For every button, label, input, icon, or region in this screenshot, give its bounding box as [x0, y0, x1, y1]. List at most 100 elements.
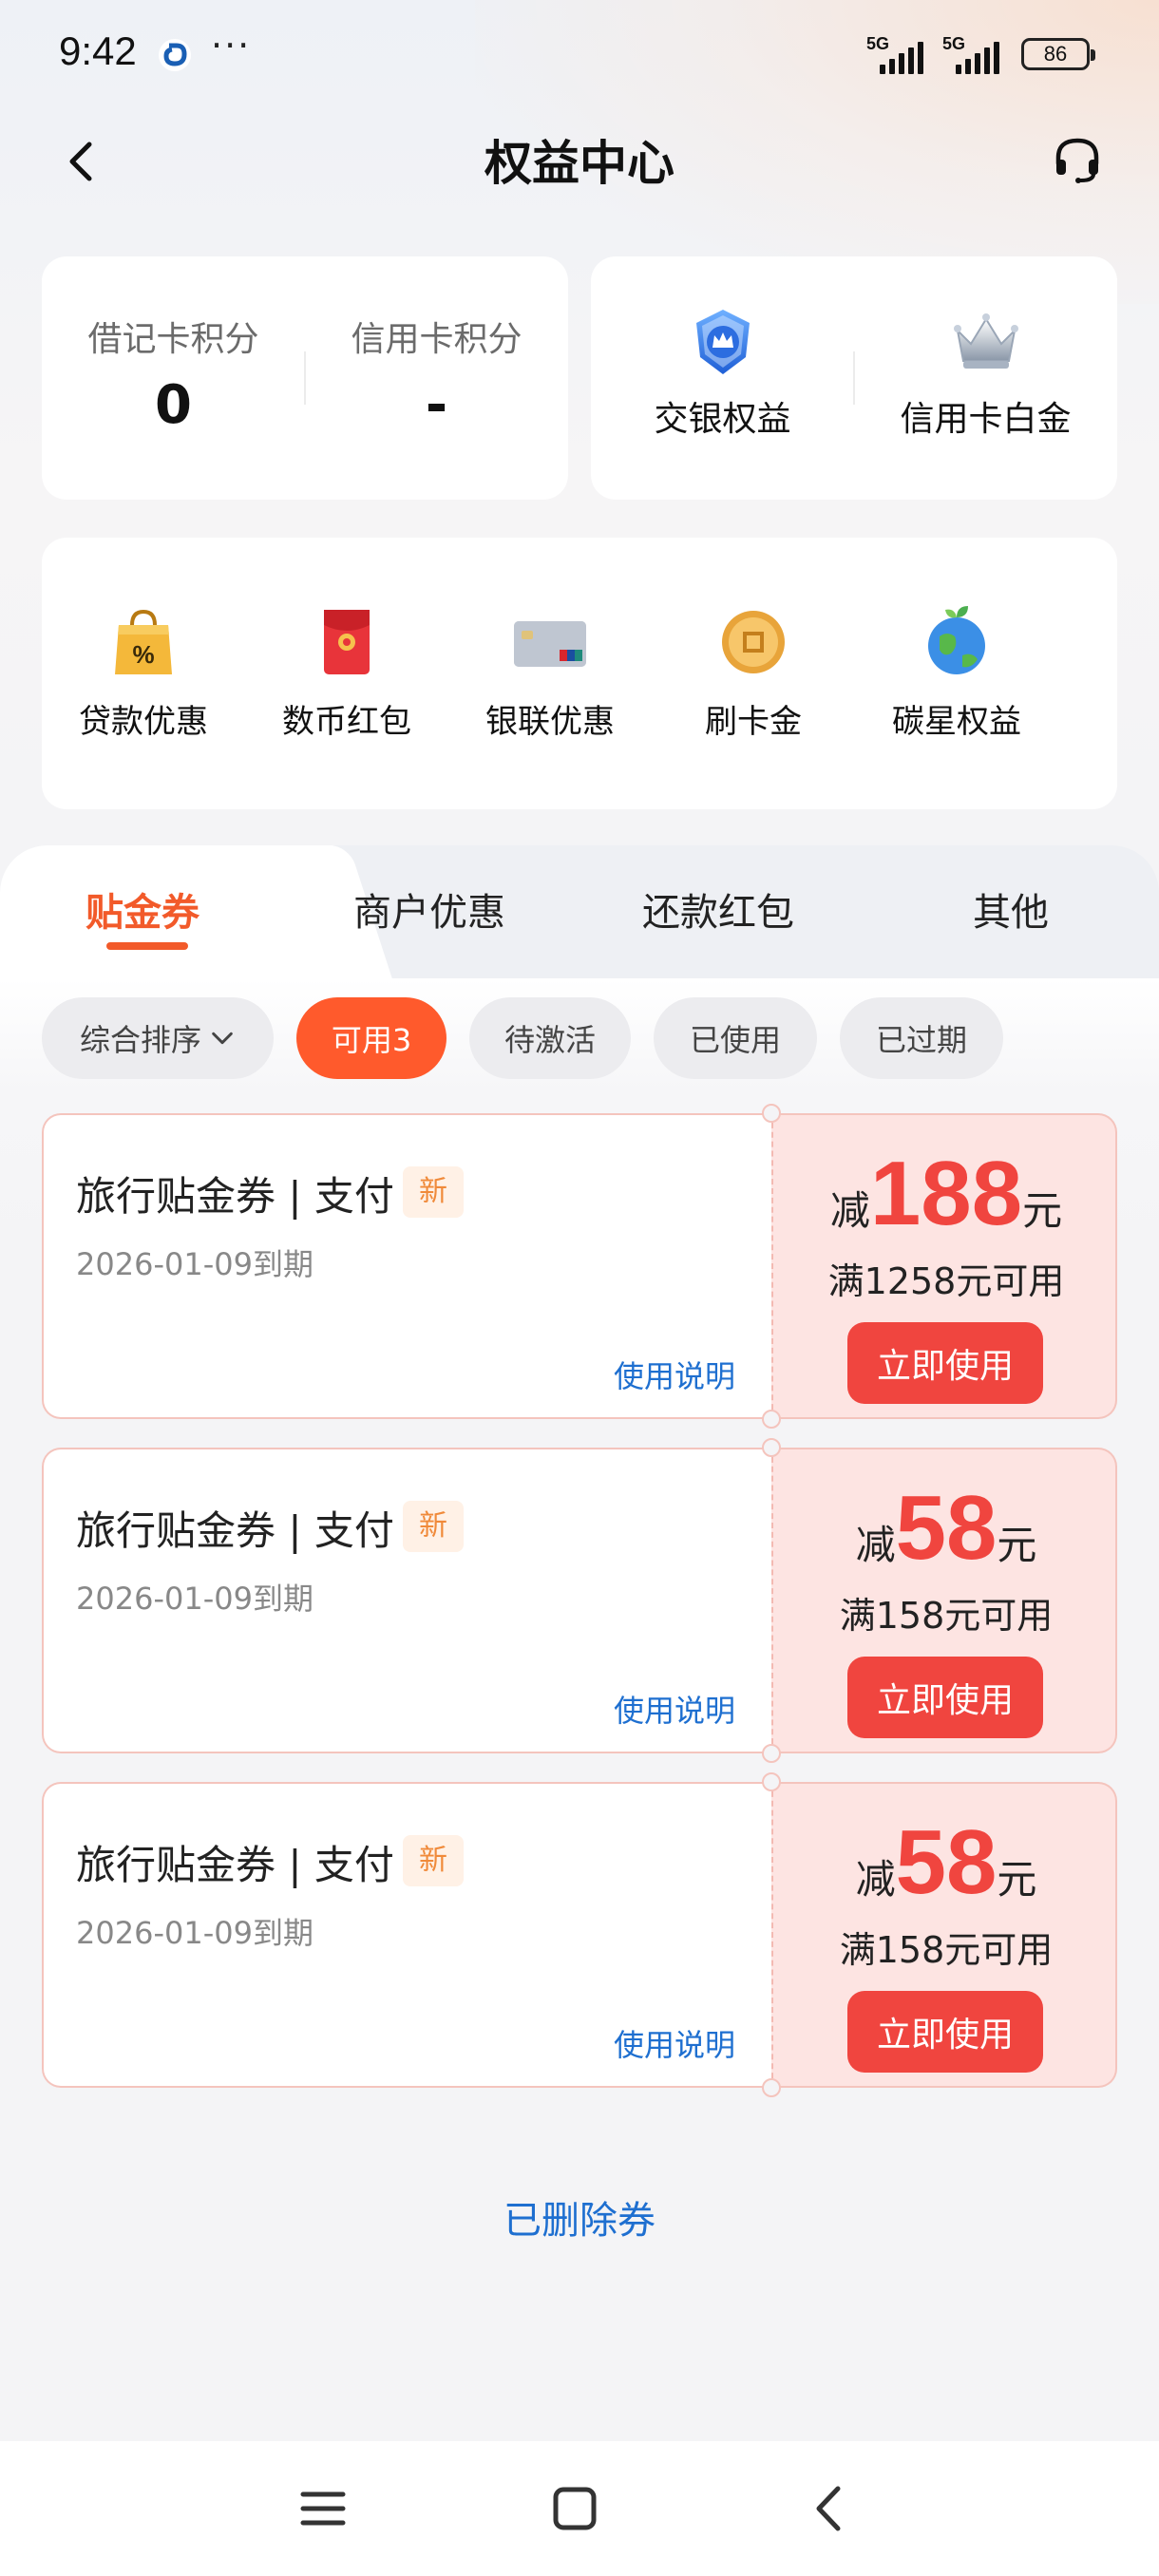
benefits-grid: % 贷款优惠 数币红包 银联优惠 刷卡金 碳星权益 [42, 538, 1117, 809]
deleted-coupons-link[interactable]: 已删除券 [0, 2189, 1159, 2245]
tab-others[interactable]: 其他 [973, 881, 1049, 937]
coupon-card: 旅行贴金券 | 支付 新 2026-01-09到期 使用说明 减58元 满158… [42, 1438, 1117, 1763]
svg-text:%: % [132, 640, 154, 669]
credit-points[interactable]: 信用卡积分 - [305, 312, 568, 436]
new-badge: 新 [403, 1166, 464, 1218]
amount-suffix: 元 [997, 1522, 1037, 1568]
coupon-condition: 满1258元可用 [827, 1260, 1065, 1302]
battery-level: 86 [1043, 42, 1068, 66]
quick-item-card-cashback[interactable]: 刷卡金 [652, 604, 855, 742]
platinum-rights-label: 信用卡白金 [900, 400, 1072, 439]
quick-item-digital-red-packet[interactable]: 数币红包 [245, 604, 448, 742]
coupon-amount-panel: 减188元 满1258元可用 立即使用 [771, 1113, 1117, 1419]
coupon-info: 旅行贴金券 | 支付 新 2026-01-09到期 使用说明 [42, 1782, 771, 2088]
coupon-card: 旅行贴金券 | 支付 新 2026-01-09到期 使用说明 减188元 满12… [42, 1104, 1117, 1429]
amount-prefix: 减 [855, 1522, 896, 1568]
unionpay-card-icon [514, 621, 586, 667]
amount-prefix: 减 [855, 1856, 896, 1903]
coupon-title: 旅行贴金券 | 支付 [76, 1507, 394, 1554]
coupon-expiry: 2026-01-09到期 [76, 1246, 314, 1282]
system-navigation-bar [0, 2441, 1159, 2576]
page-title: 权益中心 [484, 136, 674, 191]
coupon-notch [762, 1772, 781, 1791]
new-badge: 新 [403, 1501, 464, 1552]
filter-pending-activation[interactable]: 待激活 [469, 997, 631, 1079]
sort-dropdown[interactable]: 综合排序 [42, 997, 274, 1079]
debit-points-value: 0 [155, 374, 192, 436]
usage-instructions-link[interactable]: 使用说明 [614, 2021, 735, 2065]
coupon-info: 旅行贴金券 | 支付 新 2026-01-09到期 使用说明 [42, 1113, 771, 1419]
silver-crown-icon [953, 313, 1018, 369]
home-icon[interactable] [542, 2475, 608, 2542]
bocom-rights-label: 交银权益 [654, 400, 791, 439]
app-screen: { "status": { "time": "9:42", "dots": "·… [0, 0, 1159, 2576]
amount-value: 58 [895, 1811, 998, 1913]
coupon-info: 旅行贴金券 | 支付 新 2026-01-09到期 使用说明 [42, 1448, 771, 1753]
quick-item-label: 银联优惠 [485, 703, 615, 741]
amount-value: 188 [869, 1143, 1023, 1244]
usage-instructions-link[interactable]: 使用说明 [614, 1687, 735, 1731]
debit-points-label: 借记卡积分 [87, 320, 259, 359]
tab-repayment-red-packets[interactable]: 还款红包 [642, 881, 794, 937]
quick-item-label: 刷卡金 [705, 703, 802, 741]
menu-icon[interactable] [290, 2475, 356, 2542]
bank-app-icon [159, 39, 191, 71]
amount-prefix: 减 [829, 1187, 870, 1234]
amount-suffix: 元 [997, 1856, 1037, 1903]
rights-card: 交银权益 信用卡白金 [591, 256, 1117, 500]
sort-label: 综合排序 [79, 1022, 201, 1058]
filter-used[interactable]: 已使用 [654, 997, 817, 1079]
shopping-bag-percent-icon: % [115, 609, 172, 674]
coupon-title: 旅行贴金券 | 支付 [76, 1173, 394, 1220]
coupon-amount: 减58元 [773, 1810, 1119, 1915]
coupon-amount: 减188元 [773, 1142, 1119, 1246]
debit-points[interactable]: 借记卡积分 0 [42, 312, 305, 436]
amount-suffix: 元 [1022, 1187, 1063, 1234]
red-envelope-icon [324, 610, 370, 674]
amount-value: 58 [895, 1477, 998, 1579]
status-bar: 9:42 ··· 5G 5G 86 [0, 0, 1159, 112]
coupon-notch [762, 1104, 781, 1123]
usage-instructions-link[interactable]: 使用说明 [614, 1353, 735, 1396]
blue-crown-badge-icon [695, 310, 750, 374]
chevron-down-icon [212, 1032, 233, 1045]
back-nav-icon[interactable] [796, 2475, 863, 2542]
tab-underline [106, 942, 188, 950]
quick-item-label: 数币红包 [282, 703, 411, 741]
tab-gold-coupons[interactable]: 贴金券 [86, 881, 200, 937]
coupon-condition: 满158元可用 [839, 1595, 1054, 1637]
quick-item-loan-discount[interactable]: % 贷款优惠 [42, 604, 245, 742]
signal-icon: 5G [866, 34, 933, 74]
filter-available[interactable]: 可用3 [296, 997, 446, 1079]
status-time: 9:42 [59, 28, 137, 73]
more-notifications-icon: ··· [211, 25, 252, 66]
coupon-notch [762, 1410, 781, 1429]
points-card: 借记卡积分 0 信用卡积分 - [42, 256, 568, 500]
quick-item-label: 贷款优惠 [79, 703, 208, 741]
coupon-title: 旅行贴金券 | 支付 [76, 1842, 394, 1888]
headset-icon[interactable] [1049, 131, 1106, 188]
platinum-rights[interactable]: 信用卡白金 [854, 306, 1117, 441]
earth-leaf-icon [928, 606, 985, 674]
tab-merchant-offers[interactable]: 商户优惠 [353, 881, 505, 937]
coupon-amount-panel: 减58元 满158元可用 立即使用 [771, 1448, 1117, 1753]
credit-points-label: 信用卡积分 [351, 320, 522, 359]
coupon-notch [762, 1744, 781, 1763]
use-now-button[interactable]: 立即使用 [847, 1991, 1043, 2073]
quick-item-unionpay-discount[interactable]: 银联优惠 [448, 604, 652, 742]
credit-points-value: - [425, 374, 448, 436]
quick-item-label: 碳星权益 [892, 703, 1021, 741]
use-now-button[interactable]: 立即使用 [847, 1322, 1043, 1404]
coupon-expiry: 2026-01-09到期 [76, 1581, 314, 1617]
new-badge: 新 [403, 1835, 464, 1886]
coupon-tabs: 贴金券 商户优惠 还款红包 其他 [0, 845, 1159, 978]
coupon-expiry: 2026-01-09到期 [76, 1915, 314, 1951]
filter-expired[interactable]: 已过期 [840, 997, 1003, 1079]
battery-icon: 86 [1021, 38, 1095, 70]
coupon-amount: 减58元 [773, 1476, 1119, 1581]
use-now-button[interactable]: 立即使用 [847, 1657, 1043, 1738]
quick-item-carbon-star[interactable]: 碳星权益 [855, 604, 1058, 742]
bocom-rights[interactable]: 交银权益 [591, 306, 854, 441]
coupon-notch [762, 2078, 781, 2097]
coupon-card: 旅行贴金券 | 支付 新 2026-01-09到期 使用说明 减58元 满158… [42, 1772, 1119, 2097]
